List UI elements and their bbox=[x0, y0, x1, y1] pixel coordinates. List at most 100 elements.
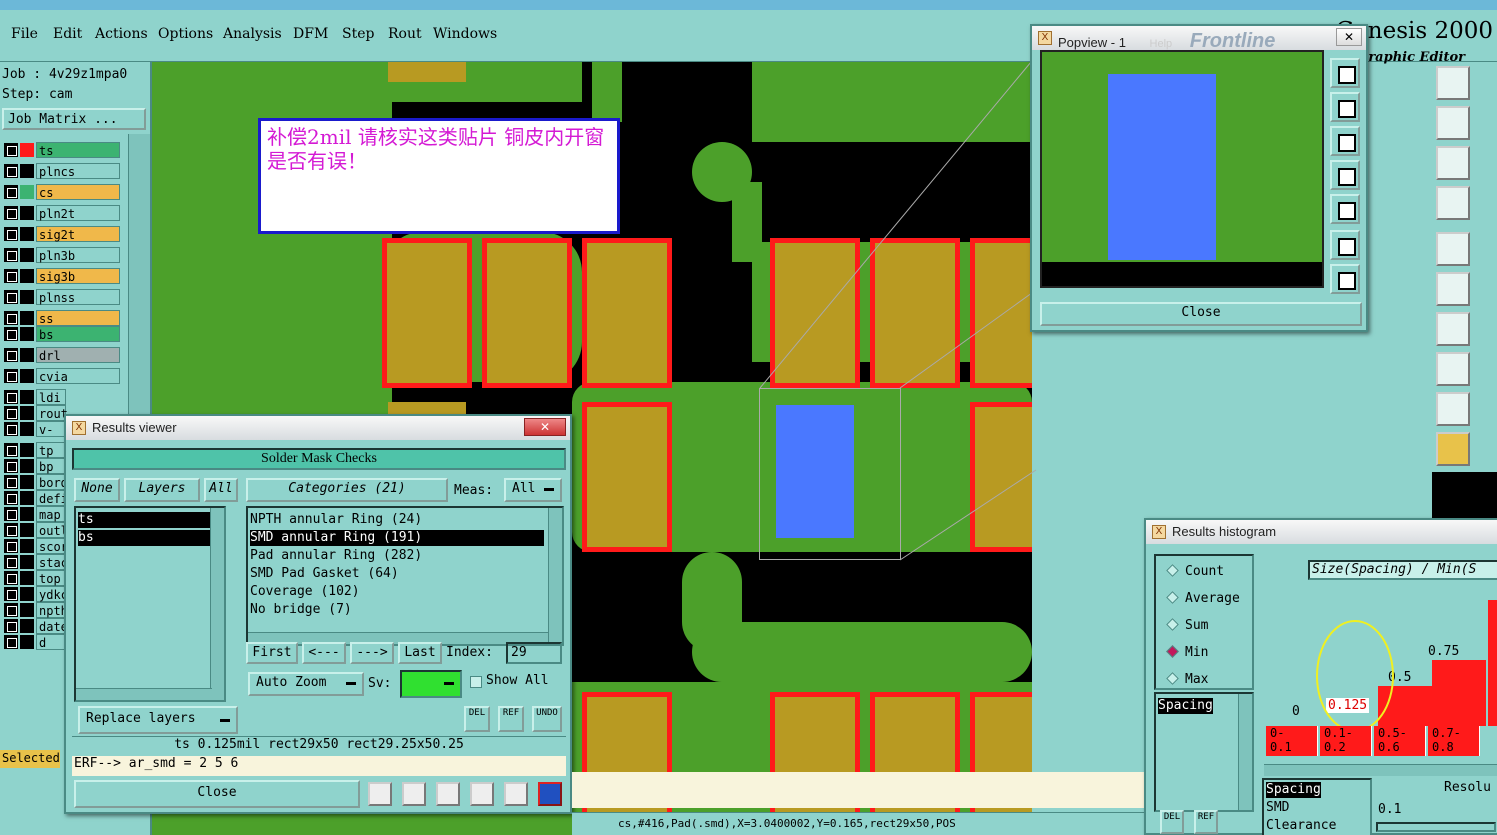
spacing-list[interactable]: Spacing bbox=[1154, 692, 1254, 812]
ref-icon[interactable]: REF bbox=[498, 706, 524, 732]
layer-result-item[interactable]: ts bbox=[78, 512, 216, 528]
category-item[interactable]: Coverage (102) bbox=[250, 584, 360, 600]
layers-label-button[interactable]: Layers bbox=[124, 478, 200, 502]
hist-value-0: 0 bbox=[1292, 704, 1300, 719]
category-item[interactable]: NPTH annular Ring (24) bbox=[250, 512, 422, 528]
popview-help: Help bbox=[1149, 38, 1173, 50]
results-close-button[interactable]: Close bbox=[74, 780, 360, 808]
layers-all-button[interactable]: All bbox=[204, 478, 238, 502]
mode-radio-label: Average bbox=[1185, 591, 1240, 606]
popview-window: X Popview - 1 Help Frontline ✕ Close bbox=[1030, 24, 1368, 332]
categories-button[interactable]: Categories (21) bbox=[246, 478, 448, 502]
mode-radio-count[interactable]: Count bbox=[1166, 564, 1225, 579]
resolution-label: Resolu bbox=[1444, 780, 1491, 795]
tool-copy-icon[interactable] bbox=[1436, 106, 1470, 140]
mode-radio-label: Count bbox=[1185, 564, 1225, 579]
popview-center-icon[interactable] bbox=[1330, 264, 1360, 294]
popview-pan-right-icon[interactable] bbox=[1330, 194, 1360, 224]
sv-color-select[interactable] bbox=[400, 670, 462, 698]
popview-close-button[interactable]: Close bbox=[1040, 302, 1362, 326]
results-viewer-window: X Results viewer ✕ Solder Mask Checks No… bbox=[64, 414, 572, 814]
category-scrollbar[interactable] bbox=[548, 508, 562, 644]
hist-bin-0: 0- 0.1 bbox=[1266, 726, 1318, 756]
tool-cancel-icon[interactable] bbox=[436, 782, 460, 806]
layer-results-hscrollbar[interactable] bbox=[76, 688, 212, 700]
check-header: Solder Mask Checks bbox=[72, 448, 566, 470]
results-viewer-close-x-icon[interactable]: ✕ bbox=[524, 418, 566, 436]
hist-bar-0.75 bbox=[1432, 660, 1486, 726]
radio-diamond-icon bbox=[1166, 564, 1179, 577]
popview-pan-left-icon[interactable] bbox=[1330, 160, 1360, 190]
mode-radio-min[interactable]: Min bbox=[1166, 645, 1209, 660]
bottom-list-item[interactable]: SMD bbox=[1266, 800, 1289, 816]
tool-step-icon[interactable] bbox=[470, 782, 494, 806]
popview-canvas[interactable] bbox=[1040, 50, 1324, 288]
mode-radio-sum[interactable]: Sum bbox=[1166, 618, 1208, 633]
spacing-scrollbar[interactable] bbox=[1238, 694, 1252, 810]
tool-histogram-icon[interactable] bbox=[538, 782, 562, 806]
bottom-list[interactable]: Spacing SMD Clearance bbox=[1262, 778, 1372, 835]
undo-icon[interactable]: UNDO bbox=[532, 706, 562, 732]
category-list[interactable]: NPTH annular Ring (24) SMD annular Ring (… bbox=[246, 506, 564, 646]
tool-transform-icon[interactable] bbox=[1436, 186, 1470, 220]
del-icon[interactable]: DEL bbox=[464, 706, 490, 732]
mode-radio-label: Max bbox=[1185, 672, 1209, 687]
tool-notes-icon[interactable] bbox=[504, 782, 528, 806]
category-item[interactable]: Pad annular Ring (282) bbox=[250, 548, 422, 564]
tool-export-icon[interactable] bbox=[402, 782, 426, 806]
layer-results-scrollbar[interactable] bbox=[210, 508, 224, 700]
tool-pointer-icon[interactable] bbox=[1436, 432, 1470, 466]
app-icon: X bbox=[72, 421, 86, 435]
mode-radio-average[interactable]: Average bbox=[1166, 591, 1240, 606]
auto-zoom-select[interactable]: Auto Zoom bbox=[248, 672, 364, 696]
radio-diamond-icon bbox=[1166, 672, 1179, 685]
popview-pan-up-icon[interactable] bbox=[1330, 92, 1360, 122]
next-button[interactable]: ---> bbox=[350, 642, 394, 664]
popview-zoom-icon[interactable] bbox=[1330, 58, 1360, 88]
layers-none-button[interactable]: None bbox=[74, 478, 120, 502]
mode-radio-max[interactable]: Max bbox=[1166, 672, 1209, 687]
replace-layers-select[interactable]: Replace layers bbox=[78, 706, 238, 734]
mode-radio-label: Min bbox=[1185, 645, 1209, 660]
index-label: Index: bbox=[446, 645, 493, 660]
histogram-title: Results histogram bbox=[1172, 524, 1277, 539]
first-button[interactable]: First bbox=[246, 642, 298, 664]
tool-add-pad-icon[interactable] bbox=[1436, 232, 1470, 266]
spacing-list-item[interactable]: Spacing bbox=[1158, 698, 1213, 714]
tool-resize-icon[interactable] bbox=[1436, 146, 1470, 180]
last-button[interactable]: Last bbox=[398, 642, 442, 664]
hist-del-icon[interactable]: DEL bbox=[1160, 810, 1184, 834]
tool-angle-icon[interactable] bbox=[1436, 312, 1470, 346]
hist-bin-2: 0.5- 0.6 bbox=[1374, 726, 1426, 756]
tool-connect-icon[interactable] bbox=[1436, 272, 1470, 306]
category-item[interactable]: No bridge (7) bbox=[250, 602, 352, 618]
popview-watermark: Frontline bbox=[1189, 30, 1276, 52]
layer-result-item[interactable]: bs bbox=[78, 530, 216, 546]
meas-select[interactable]: All bbox=[504, 478, 562, 502]
bottom-list-item[interactable]: Spacing bbox=[1266, 782, 1321, 798]
hist-ref-icon[interactable]: REF bbox=[1194, 810, 1218, 834]
mode-radio-group: Count Average Sum Min Max bbox=[1154, 554, 1254, 690]
radio-diamond-icon bbox=[1166, 591, 1179, 604]
tool-move-icon[interactable] bbox=[1436, 66, 1470, 100]
popview-pan-down-icon[interactable] bbox=[1330, 126, 1360, 156]
resolution-slider[interactable] bbox=[1376, 822, 1496, 832]
hist-bin-3: 0.7- 0.8 bbox=[1428, 726, 1480, 756]
hist-bar-next bbox=[1488, 600, 1497, 726]
tool-measure-icon[interactable] bbox=[1436, 352, 1470, 386]
popview-close-x-icon[interactable]: ✕ bbox=[1336, 28, 1362, 46]
bottom-list-item[interactable]: Clearance bbox=[1266, 818, 1336, 834]
category-item[interactable]: SMD Pad Gasket (64) bbox=[250, 566, 399, 582]
prev-button[interactable]: <--- bbox=[302, 642, 346, 664]
app-icon: X bbox=[1038, 31, 1052, 45]
index-input[interactable]: 29 bbox=[506, 642, 562, 664]
show-all-checkbox[interactable] bbox=[470, 676, 482, 688]
histogram-hscrollbar[interactable] bbox=[1264, 764, 1497, 776]
tool-report-icon[interactable] bbox=[368, 782, 392, 806]
popview-fit-icon[interactable] bbox=[1330, 230, 1360, 260]
layer-results-list[interactable]: ts bs bbox=[74, 506, 226, 702]
results-viewer-titlebar: X Results viewer ✕ bbox=[66, 416, 570, 440]
category-item[interactable]: SMD annular Ring (191) bbox=[250, 530, 544, 546]
dropdown-icon bbox=[544, 488, 554, 491]
tool-triangle-icon[interactable] bbox=[1436, 392, 1470, 426]
